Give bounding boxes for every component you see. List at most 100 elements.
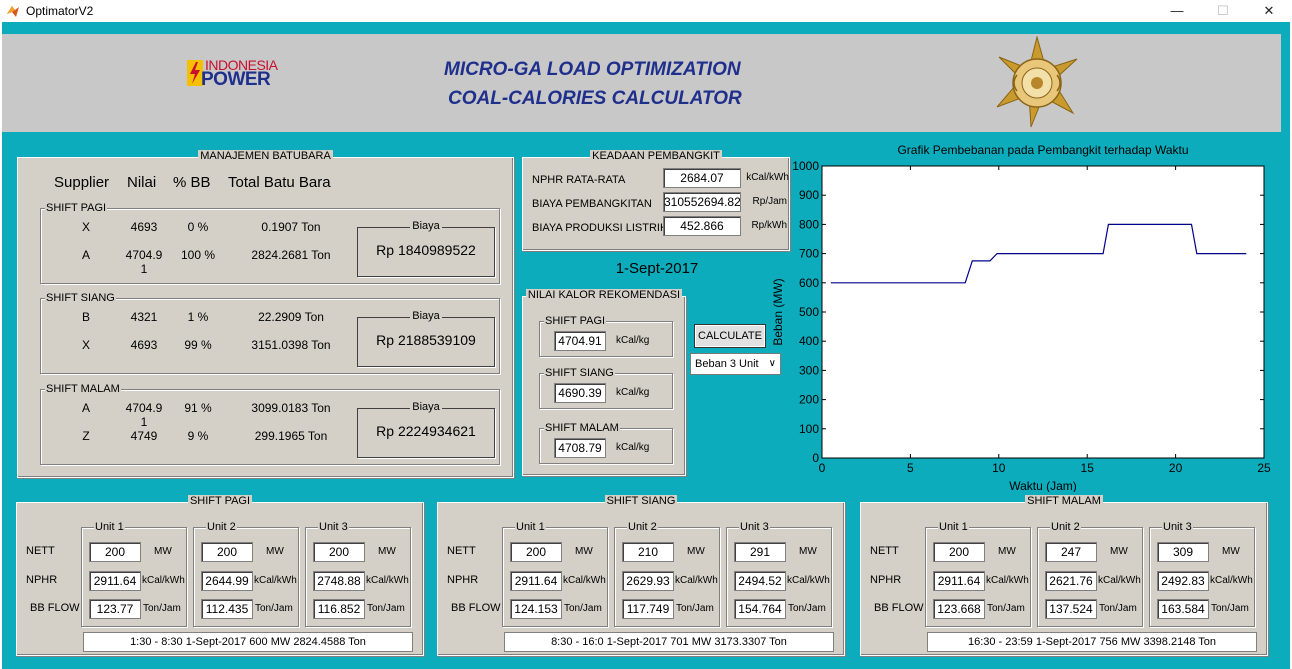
nett-field[interactable]: 309	[1157, 542, 1209, 562]
kalor-unit: kCal/kg	[616, 387, 650, 398]
bbflow-field[interactable]: 154.764	[734, 599, 786, 619]
nett-field[interactable]: 200	[89, 542, 141, 562]
nphr-field[interactable]: 2911.64	[933, 571, 985, 591]
nphr-field[interactable]: 2911.64	[89, 571, 141, 591]
kalor-shift-pagi: SHIFT PAGI 4704.91 kCal/kg	[539, 315, 673, 357]
panel-title: SHIFT PAGI	[187, 495, 253, 507]
nett-field[interactable]: 200	[933, 542, 985, 562]
kcal-unit: kCal/kWh	[366, 575, 409, 586]
bbflow-field[interactable]: 116.852	[313, 599, 365, 619]
supplier-cell: X	[81, 338, 90, 352]
nphr-field[interactable]: 2492.83	[1157, 571, 1209, 591]
bbflow-field[interactable]: 124.153	[510, 599, 562, 619]
shift-label: SHIFT MALAM	[544, 422, 620, 434]
unit-label: Unit 1	[938, 521, 969, 533]
bb-cell: 0 %	[187, 220, 209, 234]
nett-field[interactable]: 200	[313, 542, 365, 562]
nett-field[interactable]: 200	[510, 542, 562, 562]
mw-unit: MW	[1110, 546, 1128, 557]
close-icon[interactable]: ✕	[1246, 0, 1292, 22]
calculate-button[interactable]: CALCULATE	[694, 324, 766, 348]
unit-group: Unit 1 200 MW 2911.64 kCal/kWh 123.77 To…	[81, 521, 187, 627]
kcal-unit: kCal/kWh	[563, 575, 606, 586]
ton-unit: Ton/Jam	[1099, 603, 1137, 614]
col-total: Total Batu Bara	[228, 174, 331, 191]
ton-unit: Ton/Jam	[788, 603, 826, 614]
nphr-field[interactable]: 2629.93	[622, 571, 674, 591]
nilai-cell-wrap: 1	[140, 415, 148, 429]
kcal-unit: kCal/kWh	[675, 575, 718, 586]
minimize-icon[interactable]: —	[1154, 0, 1200, 22]
shift-label: SHIFT SIANG	[45, 292, 116, 304]
y-tick-label: 1000	[792, 159, 819, 173]
biaya-produksi-field[interactable]: 452.866	[663, 216, 741, 236]
col-nilai: Nilai	[127, 174, 157, 191]
nett-label: NETT	[26, 545, 55, 557]
nphr-field[interactable]: 2644.99	[201, 571, 253, 591]
bbflow-field[interactable]: 123.668	[933, 599, 985, 619]
unit-label: Unit 3	[739, 521, 770, 533]
mw-unit: MW	[378, 546, 396, 557]
panel-title: NILAI KALOR REKOMENDASI	[525, 289, 683, 301]
nett-field[interactable]: 247	[1045, 542, 1097, 562]
supplier-cell: Z	[82, 429, 90, 443]
x-tick-label: 10	[992, 461, 1006, 475]
ton-unit: Ton/Jam	[1211, 603, 1249, 614]
biaya-value: Rp 2188539109	[376, 332, 476, 348]
total-cell: 0.1907 Ton	[261, 220, 321, 234]
panel-title: SHIFT MALAM	[1025, 495, 1103, 507]
bbflow-field[interactable]: 123.77	[89, 599, 141, 619]
logo-text-bottom: POWER	[201, 69, 271, 90]
kalor-siang-field[interactable]: 4690.39	[554, 383, 606, 403]
supplier-cell: A	[81, 401, 90, 415]
nphr-field[interactable]: 2911.64	[510, 571, 562, 591]
nilai-cell: 4693	[130, 220, 158, 234]
matlab-app-icon	[7, 6, 19, 17]
panel-title: KEADAAN PEMBANGKIT	[590, 150, 722, 162]
bbflow-field[interactable]: 112.435	[201, 599, 253, 619]
biaya-value: Rp 1840989522	[376, 242, 476, 258]
nphr-field[interactable]: 2684.07	[663, 168, 741, 188]
ton-unit: Ton/Jam	[367, 603, 405, 614]
shift-summary: 16:30 - 23:59 1-Sept-2017 756 MW 3398.21…	[927, 632, 1257, 652]
kalor-shift-siang: SHIFT SIANG 4690.39 kCal/kg	[539, 367, 673, 409]
nett-field[interactable]: 200	[201, 542, 253, 562]
x-tick-label: 20	[1169, 461, 1183, 475]
total-cell: 22.2909 Ton	[258, 310, 324, 324]
unit-label: Unit 3	[1162, 521, 1193, 533]
nett-field[interactable]: 210	[622, 542, 674, 562]
kalor-malam-field[interactable]: 4708.79	[554, 438, 606, 458]
nphr-field[interactable]: 2494.52	[734, 571, 786, 591]
bbflow-field[interactable]: 163.584	[1157, 599, 1209, 619]
unit-group: Unit 1 200 MW 2911.64 kCal/kWh 124.153 T…	[502, 521, 608, 627]
nphr-label: NPHR RATA-RATA	[532, 174, 626, 186]
nett-field[interactable]: 291	[734, 542, 786, 562]
bb-cell: 99 %	[184, 338, 212, 352]
manajemen-batubara-panel: MANAJEMEN BATUBARA Supplier Nilai % BB T…	[17, 150, 514, 478]
bb-cell: 100 %	[180, 248, 216, 262]
x-tick-label: 15	[1081, 461, 1095, 475]
biaya-produksi-label: BIAYA PRODUKSI LISTRIK	[532, 222, 668, 234]
batubara-shift-malam: SHIFT MALAM A 4704.9 1 91 % 3099.0183 To…	[40, 383, 500, 465]
kalor-pagi-field[interactable]: 4704.91	[554, 331, 606, 351]
ton-unit: Ton/Jam	[987, 603, 1025, 614]
biaya-pembangkitan-label: BIAYA PEMBANGKITAN	[532, 198, 652, 210]
unit-label: Unit 2	[1050, 521, 1081, 533]
kcal-unit: kCal/kWh	[254, 575, 297, 586]
maximize-icon[interactable]: ☐	[1200, 0, 1246, 22]
bottom-shift-panel: SHIFT MALAM NETT NPHR BB FLOW Unit 1 200 MW…	[860, 495, 1268, 656]
nphr-field[interactable]: 2748.88	[313, 571, 365, 591]
supplier-cell: A	[81, 248, 90, 262]
bbflow-field[interactable]: 117.749	[622, 599, 674, 619]
beban-chart: Grafik Pembebanan pada Pembangkit terhad…	[771, 143, 1271, 492]
nphr-field[interactable]: 2621.76	[1045, 571, 1097, 591]
keadaan-pembangkit-panel: KEADAAN PEMBANGKIT NPHR RATA-RATA 2684.0…	[522, 150, 790, 251]
bbflow-label: BB FLOW	[30, 602, 80, 614]
y-tick-label: 300	[799, 363, 819, 377]
biaya-pembangkitan-field[interactable]: 310552694.82	[663, 192, 741, 212]
y-tick-label: 200	[799, 393, 819, 407]
indonesia-power-logo: INDONESIA POWER	[187, 58, 287, 94]
mw-unit: MW	[266, 546, 284, 557]
mw-unit: MW	[154, 546, 172, 557]
bbflow-field[interactable]: 137.524	[1045, 599, 1097, 619]
